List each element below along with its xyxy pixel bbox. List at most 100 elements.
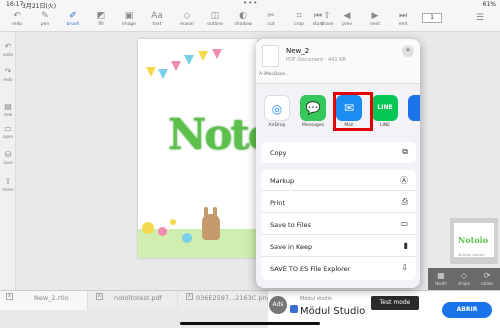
markup-icon: Ⓐ xyxy=(400,176,408,185)
share-sheet-header: New_2 PDF Document · 441 KB ✕ A-iMacBook… xyxy=(256,39,420,84)
test-mode-tooltip: Test mode xyxy=(371,296,419,310)
tab-close-icon[interactable]: x xyxy=(186,293,193,300)
sidebar-item-undo[interactable]: ↶ undo xyxy=(1,42,15,57)
pen-tool-icon: ✎ xyxy=(41,11,49,21)
thumbnail-text: Notoîo xyxy=(458,235,489,245)
outline-tool[interactable]: ◫ outline xyxy=(204,10,226,31)
sidebar-item-label: open xyxy=(3,134,13,139)
left-sidebar: ↶ undo ↷ redo ▤ new ▭ open ⛁ save ⇪ share xyxy=(0,32,16,290)
end-tool-icon: ⏭ xyxy=(398,11,408,21)
sidebar-item-label: save xyxy=(3,160,13,165)
share-app-label: Messages xyxy=(301,123,325,128)
end-tool-label: end xyxy=(398,22,408,27)
share-app-messages[interactable]: 💬 Messages xyxy=(298,95,328,128)
sidebar-item-label: redo xyxy=(3,77,13,82)
document-name: New_2 xyxy=(286,47,310,55)
action-print[interactable]: Print ⎙ xyxy=(261,192,416,213)
tab-label: New_2.rtlo xyxy=(34,294,69,302)
sidebar-item-share[interactable]: ⇪ share xyxy=(1,177,15,192)
start-tool-label: start xyxy=(312,22,324,27)
airdrop-icon: ◎ xyxy=(264,95,290,121)
airdrop-device[interactable]: A-iMacBook... xyxy=(259,72,289,77)
brush-tool-icon: ✐ xyxy=(69,11,77,21)
print-icon: ⎙ xyxy=(401,197,408,206)
next-tool[interactable]: ▶ next xyxy=(364,10,386,31)
action-save-to-files[interactable]: Save to Files ▭ xyxy=(261,214,416,235)
page-number-select[interactable]: 1 xyxy=(422,13,442,23)
tbedit-button[interactable]: ▦ tbedit xyxy=(432,270,450,286)
action-markup[interactable]: Markup Ⓐ xyxy=(261,170,416,191)
action-label: Markup xyxy=(270,177,295,185)
tbedit-icon: ▦ xyxy=(437,271,445,280)
share-sheet: New_2 PDF Document · 441 KB ✕ A-iMacBook… xyxy=(256,39,420,288)
thumbnail-caption: AirDrop Loader xyxy=(458,253,485,257)
prev-tool[interactable]: ◀ prev xyxy=(336,10,358,31)
undo-icon: ↶ xyxy=(4,42,12,51)
open-icon: ▭ xyxy=(4,124,12,133)
save-icon: ⛁ xyxy=(4,150,12,159)
image-tool[interactable]: ▣ image xyxy=(118,10,140,31)
cut-tool-icon: ✂ xyxy=(267,11,275,21)
eraser-tool[interactable]: ◇ eraser xyxy=(176,10,198,31)
bunny-illustration xyxy=(202,214,220,240)
document-page[interactable]: Notoîo xyxy=(138,39,257,258)
more-dots-icon[interactable]: ••• xyxy=(243,0,258,7)
rotate-button[interactable]: ⟳ rotate xyxy=(478,270,496,286)
action-save-in-keep[interactable]: Save in Keep ▮ xyxy=(261,236,416,257)
bunny-ear xyxy=(204,207,208,217)
outline-tool-label: outline xyxy=(207,22,223,27)
bunting-flag xyxy=(146,67,156,77)
share-app-y[interactable]: Y xyxy=(406,95,420,128)
ad-open-button[interactable]: ABRIR xyxy=(442,302,492,318)
end-tool[interactable]: ⏭ end xyxy=(392,10,414,31)
share-app-airdrop[interactable]: ◎ AirDrop xyxy=(262,95,292,128)
page-thumbnail-panel[interactable]: Notoîo AirDrop Loader xyxy=(450,218,498,264)
copy-action[interactable]: Copy ⧉ xyxy=(261,142,416,163)
save-to-files-icon: ▭ xyxy=(400,219,408,228)
fill-tool[interactable]: ◩ fill xyxy=(90,10,112,31)
sidebar-item-redo[interactable]: ↷ redo xyxy=(1,67,15,82)
canvas-drawing-text: Notoîo xyxy=(168,110,257,159)
main-toolbar: ↶ redo ✎ pen ✐ brush ◩ fill ▣ image Aa text ◇ eraser ◫… xyxy=(0,9,500,32)
tab-3[interactable]: x 036E2597...2163C.png xyxy=(180,291,271,310)
share-app-line[interactable]: LINE LINE xyxy=(370,95,400,128)
home-indicator[interactable] xyxy=(180,322,320,325)
sidebar-item-new[interactable]: ▤ new xyxy=(1,102,15,117)
tab-close-icon[interactable]: x xyxy=(96,293,103,300)
redo-tool[interactable]: ↶ redo xyxy=(6,10,28,31)
text-tool[interactable]: Aa text xyxy=(146,10,168,31)
copy-label: Copy xyxy=(270,149,287,157)
crop-tool-label: crop xyxy=(294,22,304,27)
close-icon[interactable]: ✕ xyxy=(402,45,414,57)
page-thumbnail[interactable]: Notoîo AirDrop Loader xyxy=(454,223,494,257)
brush-tool[interactable]: ✐ brush xyxy=(62,10,84,31)
share-icon: ⇪ xyxy=(4,177,12,186)
sidebar-item-save[interactable]: ⛁ save xyxy=(1,150,15,165)
copy-icon: ⧉ xyxy=(402,147,408,156)
shadow-tool-label: shadow xyxy=(234,22,252,27)
list-icon[interactable]: ☰ xyxy=(476,13,484,23)
sidebar-item-open[interactable]: ▭ open xyxy=(1,124,15,139)
tab-2[interactable]: x notoîtotest.pdf xyxy=(90,291,178,310)
cut-tool[interactable]: ✂ cut xyxy=(260,10,282,31)
mail-highlight-box xyxy=(333,92,373,131)
copy-group: Copy ⧉ xyxy=(261,142,416,163)
action-save-to-es-file-explorer[interactable]: SAVE TO ES File Explorer ⇩ xyxy=(261,258,416,279)
shadow-tool[interactable]: ◐ shadow xyxy=(232,10,254,31)
fill-tool-icon: ◩ xyxy=(96,11,106,21)
document-info: PDF Document · 441 KB xyxy=(286,57,346,63)
pen-tool[interactable]: ✎ pen xyxy=(34,10,56,31)
rotate-label: rotate xyxy=(480,281,494,286)
bunting-flag xyxy=(158,69,168,79)
bunting-flag xyxy=(184,55,194,65)
shape-icon: ◇ xyxy=(460,271,468,280)
redo-icon: ↷ xyxy=(4,67,12,76)
sidebar-item-label: new xyxy=(3,112,13,117)
shape-button[interactable]: ◇ shape xyxy=(455,270,473,286)
action-label: SAVE TO ES File Explorer xyxy=(270,265,351,273)
tab-1[interactable]: x New_2.rtlo xyxy=(0,291,88,310)
tab-close-icon[interactable]: x xyxy=(6,293,13,300)
start-tool[interactable]: ⏮ start xyxy=(307,10,329,31)
image-tool-icon: ▣ xyxy=(124,11,134,21)
bee-icon xyxy=(170,219,176,225)
